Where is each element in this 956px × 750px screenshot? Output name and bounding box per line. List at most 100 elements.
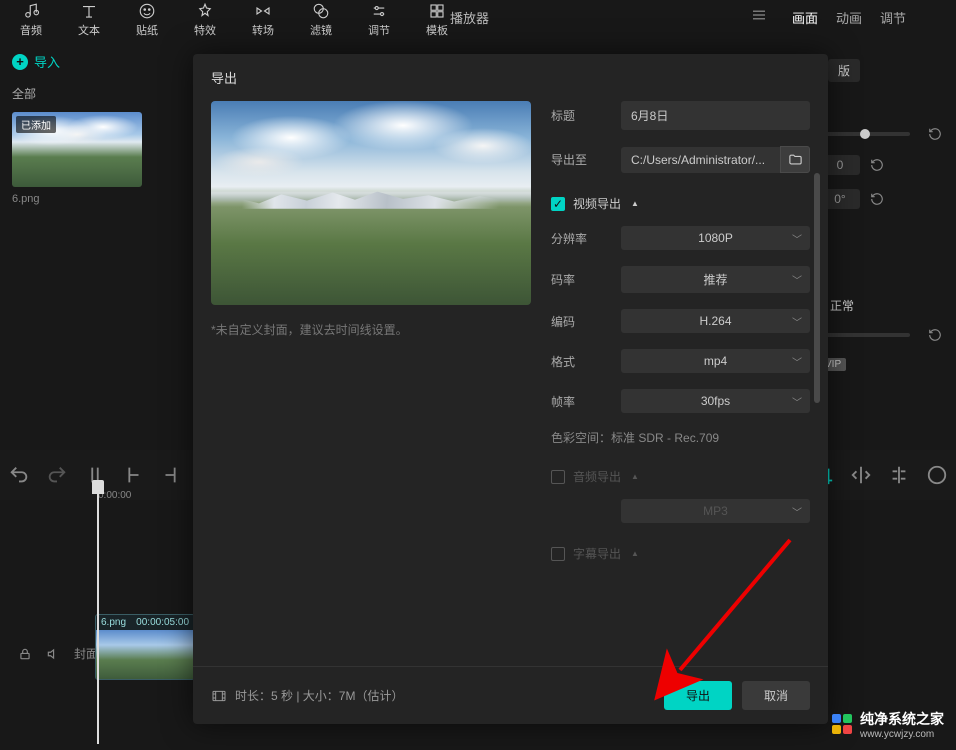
player-label: 播放器 [450,8,489,27]
path-label: 导出至 [551,151,621,168]
plus-icon: + [12,54,28,70]
toolbar-label: 音频 [20,22,42,38]
lock-icon[interactable] [18,647,32,661]
transition-icon [254,2,272,20]
caret-icon: ▲ [631,472,639,481]
chevron-down-icon: ﹀ [792,394,802,409]
title-label: 标题 [551,107,621,124]
timeline-clip[interactable]: 6.png 00:00:05:00 [95,614,195,680]
dialog-scrollbar[interactable] [814,173,820,403]
chevron-down-icon: ﹀ [792,354,802,369]
rate-label: 码率 [551,271,621,288]
reset-icon[interactable] [928,328,942,342]
colorspace-info: 色彩空间：标准 SDR - Rec.709 [551,429,810,446]
path-input[interactable]: C:/Users/Administrator/... [621,147,780,173]
text-icon [80,2,98,20]
encoding-select[interactable]: H.264﹀ [621,309,810,333]
toolbar-filter[interactable]: 滤镜 [296,2,346,38]
reset-icon[interactable] [870,192,884,206]
audio-export-label: 音频导出 [573,468,621,485]
clip-name: 6.png [101,617,126,628]
filter-icon [312,2,330,20]
reset-icon[interactable] [928,127,942,141]
toolbar-effect[interactable]: 特效 [180,2,230,38]
watermark-logo [832,714,854,736]
toolbar-label: 文本 [78,22,100,38]
chevron-down-icon: ﹀ [792,231,802,246]
sticker-icon [138,2,156,20]
title-input[interactable]: 6月8日 [621,101,810,130]
fps-label: 帧率 [551,393,621,410]
watermark-url: www.ycwjzy.com [860,729,944,740]
audio-format-select: MP3﹀ [621,499,810,523]
hamburger-icon[interactable] [750,6,768,27]
mute-icon[interactable] [46,647,60,661]
thumb-filename: 6.png [12,193,142,205]
subtitle-export-label: 字幕导出 [573,545,621,562]
template-icon [428,2,446,20]
toolbar-label: 贴纸 [136,22,158,38]
blend-mode[interactable]: 正常 [830,297,854,314]
import-label: 导入 [34,52,60,71]
subtitle-export-section[interactable]: 字幕导出 ▲ [551,545,810,562]
toolbar-adjust[interactable]: 调节 [354,2,404,38]
video-export-label: 视频导出 [573,195,621,212]
subtitle-checkbox[interactable] [551,547,565,561]
toolbar-label: 滤镜 [310,22,332,38]
undo-icon[interactable] [8,464,30,486]
tab-adjust[interactable]: 调节 [880,8,906,27]
more-icon[interactable] [926,464,948,486]
toolbar-label: 调节 [368,22,390,38]
trim-right-icon[interactable] [160,464,182,486]
toolbar-audio[interactable]: 音频 [6,2,56,38]
trim-left-icon[interactable] [122,464,144,486]
video-export-section[interactable]: ✓ 视频导出 ▲ [551,195,810,212]
chip-2[interactable]: 版 [828,59,860,82]
media-thumb[interactable]: 已添加 6.png [12,112,142,205]
toolbar-label: 特效 [194,22,216,38]
tab-picture[interactable]: 画面 [792,8,818,27]
cancel-button[interactable]: 取消 [742,681,810,710]
chevron-down-icon: ﹀ [792,314,802,329]
align-icon[interactable] [888,464,910,486]
bitrate-select[interactable]: 推荐﹀ [621,266,810,293]
res-label: 分辨率 [551,230,621,247]
toolbar-transition[interactable]: 转场 [238,2,288,38]
watermark: 纯净系统之家 www.ycwjzy.com [832,709,944,740]
toolbar-label: 模板 [426,22,448,38]
export-button[interactable]: 导出 [664,681,732,710]
export-dialog: 导出 *未自定义封面，建议去时间线设置。 标题 6月8日 导出至 C:/User… [193,54,828,724]
chevron-down-icon: ﹀ [792,504,802,519]
watermark-text: 纯净系统之家 [860,709,944,729]
toolbar-text[interactable]: 文本 [64,2,114,38]
toolbar-label: 转场 [252,22,274,38]
fps-select[interactable]: 30fps﹀ [621,389,810,413]
caret-icon: ▲ [631,549,639,558]
audio-checkbox[interactable] [551,470,565,484]
export-info: 时长：5 秒 | 大小：7M（估计） [211,687,403,704]
mirror-icon[interactable] [850,464,872,486]
toolbar-sticker[interactable]: 贴纸 [122,2,172,38]
import-button[interactable]: + 导入 [12,52,178,71]
audio-icon [22,2,40,20]
library-tab-all[interactable]: 全部 [12,85,178,102]
adjust-icon [370,2,388,20]
tab-anim[interactable]: 动画 [836,8,862,27]
film-icon [211,688,227,704]
reset-icon[interactable] [870,158,884,172]
playhead[interactable] [92,480,104,744]
inspector-tabs: 画面 动画 调节 [776,0,956,35]
folder-icon [788,152,803,167]
cover-tip: *未自定义封面，建议去时间线设置。 [211,321,531,338]
enc-label: 编码 [551,313,621,330]
clip-duration: 00:00:05:00 [136,617,189,628]
video-checkbox[interactable]: ✓ [551,197,565,211]
audio-export-section[interactable]: 音频导出 ▲ [551,468,810,485]
browse-folder-button[interactable] [780,146,810,173]
resolution-select[interactable]: 1080P﹀ [621,226,810,250]
chevron-down-icon: ﹀ [792,272,802,287]
redo-icon[interactable] [46,464,68,486]
format-select[interactable]: mp4﹀ [621,349,810,373]
dialog-title: 导出 [193,54,828,101]
added-badge: 已添加 [16,116,56,133]
